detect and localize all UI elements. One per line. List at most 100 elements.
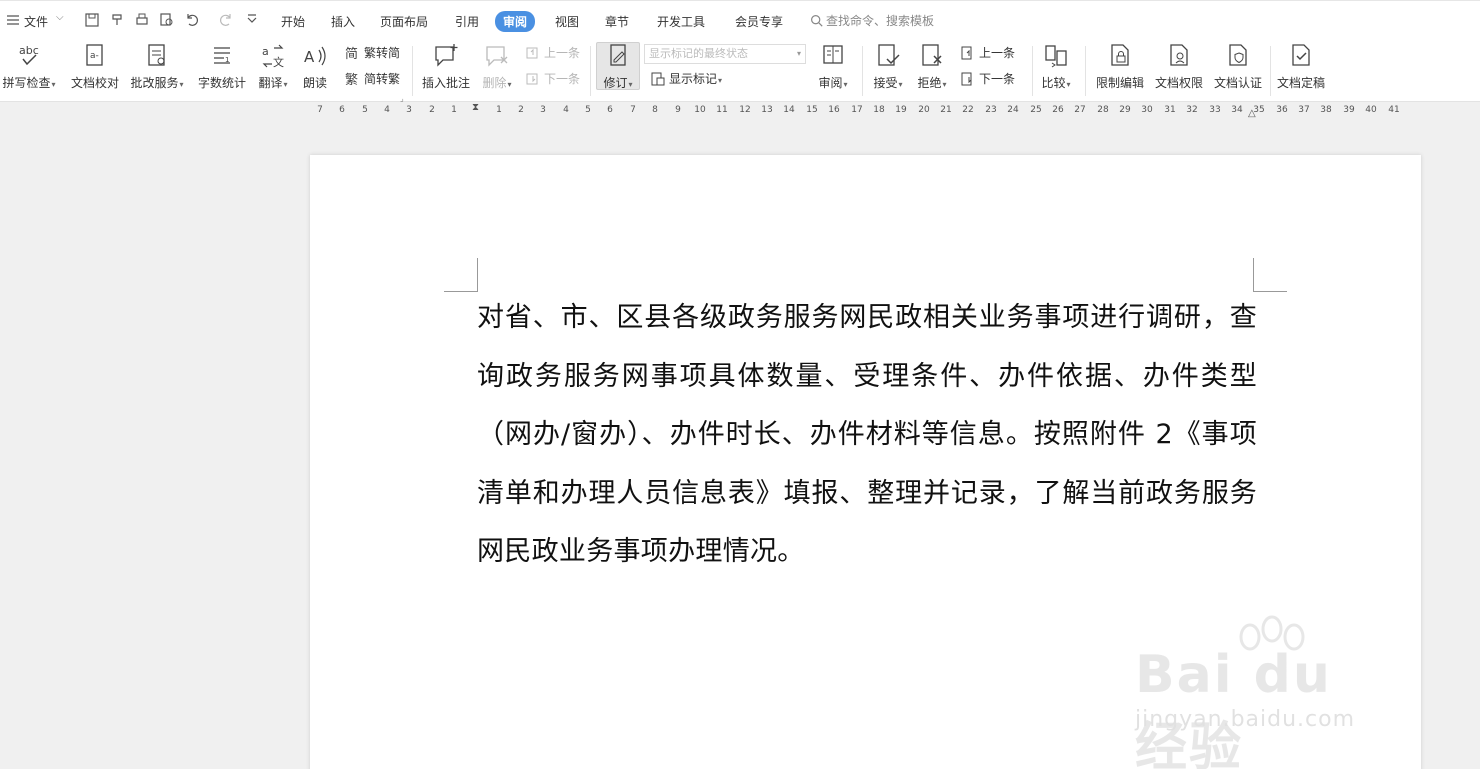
tab-developer[interactable]: 开发工具 — [657, 13, 705, 30]
tab-view[interactable]: 视图 — [555, 13, 579, 30]
command-search[interactable]: 查找命令、搜索模板 — [810, 12, 934, 29]
save-icon[interactable] — [84, 12, 100, 28]
accept-label: 接受 — [873, 76, 898, 90]
ruler-tick: 32 — [1186, 105, 1198, 115]
ruler-tick: 18 — [873, 105, 885, 115]
doc-certify-button[interactable]: 文档认证 — [1210, 40, 1266, 100]
right-indent-marker-icon[interactable]: △ — [1248, 108, 1256, 119]
ruler-tick: 13 — [761, 105, 773, 115]
doc-finalize-button[interactable]: 文档定稿 — [1273, 40, 1329, 100]
read-aloud-icon: A — [301, 42, 329, 70]
horizontal-ruler[interactable]: 7 6 5 4 3 2 1 ⧗ 1 2 3 4 5 6 7 8 9 10 11 … — [0, 102, 1480, 120]
hamburger-menu-icon[interactable] — [5, 12, 21, 28]
customize-toolbar-icon[interactable] — [244, 12, 260, 28]
review-ribbon: abc 拼写检查▾ a- 文档校对 批改服务▾ 1 字数统计 a文 翻译▾ A … — [0, 40, 1480, 103]
file-menu-chevron-icon[interactable]: ⌵ — [56, 12, 64, 23]
ruler-tick: 16 — [828, 105, 840, 115]
review-pane-button[interactable]: 审阅▾ — [814, 40, 852, 100]
print-icon[interactable] — [134, 12, 150, 28]
redo-icon[interactable] — [218, 12, 234, 28]
doc-permission-button[interactable]: 文档权限 — [1151, 40, 1207, 100]
tab-review[interactable]: 审阅 — [495, 11, 536, 32]
tab-member[interactable]: 会员专享 — [735, 13, 783, 30]
accept-button[interactable]: 接受▾ — [869, 40, 907, 100]
track-changes-label: 修订 — [603, 76, 628, 90]
tab-insert[interactable]: 插入 — [331, 13, 355, 30]
ruler-tick: 36 — [1276, 105, 1288, 115]
lock-document-icon — [1106, 42, 1134, 70]
translate-button[interactable]: a文 翻译▾ — [254, 40, 292, 100]
undo-icon[interactable] — [184, 12, 200, 28]
ruler-tick: 39 — [1343, 105, 1355, 115]
prev-comment-button[interactable]: 上一条 — [525, 44, 580, 62]
format-painter-icon[interactable] — [109, 12, 125, 28]
ruler-tick: 4 — [563, 105, 569, 115]
tab-references[interactable]: 引用 — [455, 13, 479, 30]
insert-comment-icon — [432, 42, 460, 70]
prev-comment-label: 上一条 — [544, 46, 581, 60]
svg-text:a-: a- — [90, 51, 99, 61]
dropdown-arrow-icon: ▾ — [796, 49, 801, 58]
insert-comment-button[interactable]: 插入批注 — [419, 40, 473, 100]
translate-icon: a文 — [259, 42, 287, 70]
search-placeholder: 查找命令、搜索模板 — [826, 14, 935, 28]
track-changes-icon — [604, 42, 632, 70]
reject-label: 拒绝 — [917, 76, 942, 90]
ruler-tick: 29 — [1119, 105, 1131, 115]
svg-text:简: 简 — [345, 46, 358, 61]
read-aloud-button[interactable]: A 朗读 — [298, 40, 332, 100]
track-changes-button[interactable]: 修订▾ — [596, 40, 640, 100]
spell-check-button[interactable]: abc 拼写检查▾ — [0, 40, 58, 100]
simp-to-trad-button[interactable]: 繁简转繁 — [345, 70, 400, 88]
ruler-tick: 8 — [652, 105, 658, 115]
restrict-edit-button[interactable]: 限制编辑 — [1092, 40, 1148, 100]
tab-start[interactable]: 开始 — [281, 13, 305, 30]
ruler-tick: 37 — [1298, 105, 1310, 115]
compare-button[interactable]: 比较▾ — [1037, 40, 1075, 100]
ruler-tick: 14 — [783, 105, 795, 115]
trad-to-simp-icon: 简 — [345, 46, 358, 62]
next-comment-button[interactable]: 下一条 — [525, 70, 580, 88]
ruler-tick: 1 — [496, 105, 502, 115]
delete-comment-button[interactable]: 删除▾ — [478, 40, 516, 100]
ruler-tick: 5 — [585, 105, 591, 115]
ruler-tick: 1 — [451, 105, 457, 115]
print-preview-icon[interactable] — [159, 12, 175, 28]
ribbon-separator — [862, 46, 863, 96]
simp-to-trad-icon: 繁 — [345, 72, 358, 88]
doc-certify-label: 文档认证 — [1213, 76, 1262, 90]
prev-change-button[interactable]: 上一条 — [960, 44, 1015, 62]
file-menu[interactable]: 文件 — [24, 13, 48, 30]
ruler-tick: 2 — [429, 105, 435, 115]
ruler-tick: 22 — [962, 105, 974, 115]
ruler-tick: 26 — [1052, 105, 1064, 115]
word-count-button[interactable]: 1 字数统计 — [195, 40, 249, 100]
next-change-button[interactable]: 下一条 — [960, 70, 1015, 88]
document-paragraph[interactable]: 对省、市、区县各级政务服务网民政相关业务事项进行调研，查询政务服务网事项具体数量… — [477, 289, 1257, 582]
indent-marker-icon[interactable]: ⧗ — [472, 102, 479, 113]
show-markup-button[interactable]: 显示标记▾ — [650, 70, 722, 88]
shield-document-icon — [1224, 42, 1252, 70]
crop-mark — [1253, 258, 1287, 292]
doc-permission-icon — [1165, 42, 1193, 70]
ribbon-separator — [1032, 46, 1033, 96]
ruler-tick: 7 — [317, 105, 323, 115]
ruler-tick: 2 — [518, 105, 524, 115]
markup-state-dropdown[interactable]: 显示标记的最终状态 ▾ — [644, 44, 806, 64]
revise-service-button[interactable]: 批改服务▾ — [127, 40, 187, 100]
tab-chapter[interactable]: 章节 — [605, 13, 629, 30]
ruler-tick: 6 — [339, 105, 345, 115]
ruler-tick: 27 — [1074, 105, 1086, 115]
trad-to-simp-button[interactable]: 简繁转简 — [345, 44, 400, 62]
ruler-tick: 33 — [1209, 105, 1221, 115]
doc-proofread-icon: a- — [81, 42, 109, 70]
doc-proofread-button[interactable]: a- 文档校对 — [67, 40, 123, 100]
reject-button[interactable]: 拒绝▾ — [913, 40, 951, 100]
review-pane-icon — [819, 42, 847, 70]
prev-change-label: 上一条 — [979, 46, 1016, 60]
spell-check-label: 拼写检查 — [2, 76, 51, 90]
delete-label: 删除 — [482, 76, 507, 90]
tab-page-layout[interactable]: 页面布局 — [380, 13, 428, 30]
ruler-tick: 6 — [607, 105, 613, 115]
ruler-tick: 15 — [806, 105, 818, 115]
